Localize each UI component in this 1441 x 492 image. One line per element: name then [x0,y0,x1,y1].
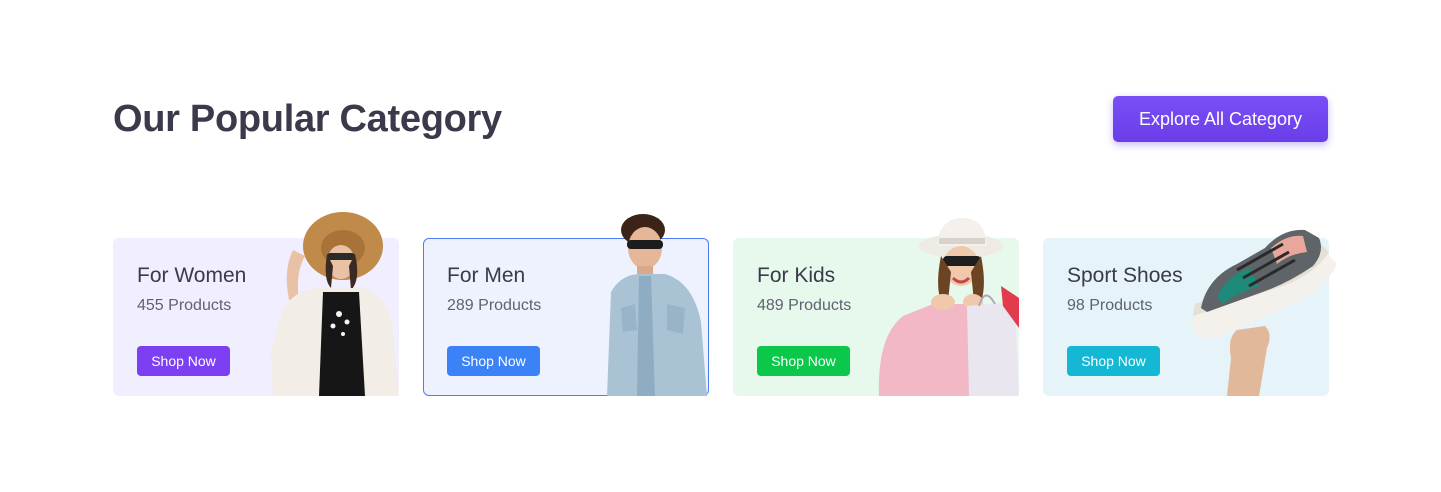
product-count: 455 Products [137,297,232,314]
shop-now-button[interactable]: Shop Now [757,346,850,376]
explore-all-category-button[interactable]: Explore All Category [1113,96,1328,142]
product-count: 489 Products [757,297,852,314]
shop-now-button[interactable]: Shop Now [447,346,540,376]
product-count: 289 Products [447,297,542,314]
shop-now-button[interactable]: Shop Now [137,346,230,376]
category-title: Sport Shoes [1067,264,1183,287]
shop-now-button[interactable]: Shop Now [1067,346,1160,376]
category-card-women[interactable]: For Women 455 Products Shop Now [113,212,399,396]
category-card-men[interactable]: For Men 289 Products Shop Now [423,214,709,396]
section-title: Our Popular Category [113,98,502,140]
category-title: For Kids [757,264,836,287]
category-title: For Women [137,264,247,287]
product-count: 98 Products [1067,297,1153,314]
sneaker-in-hand-image [1191,229,1337,396]
woman-with-hat-image [271,212,399,396]
category-title: For Men [447,264,526,287]
category-card-sport-shoes[interactable]: Sport Shoes 98 Products Shop Now [1043,229,1337,396]
category-card-kids[interactable]: For Kids 489 Products Shop Now [733,218,1019,396]
girl-shopping-bag-image [878,218,1019,396]
man-denim-jacket-image [607,214,707,396]
